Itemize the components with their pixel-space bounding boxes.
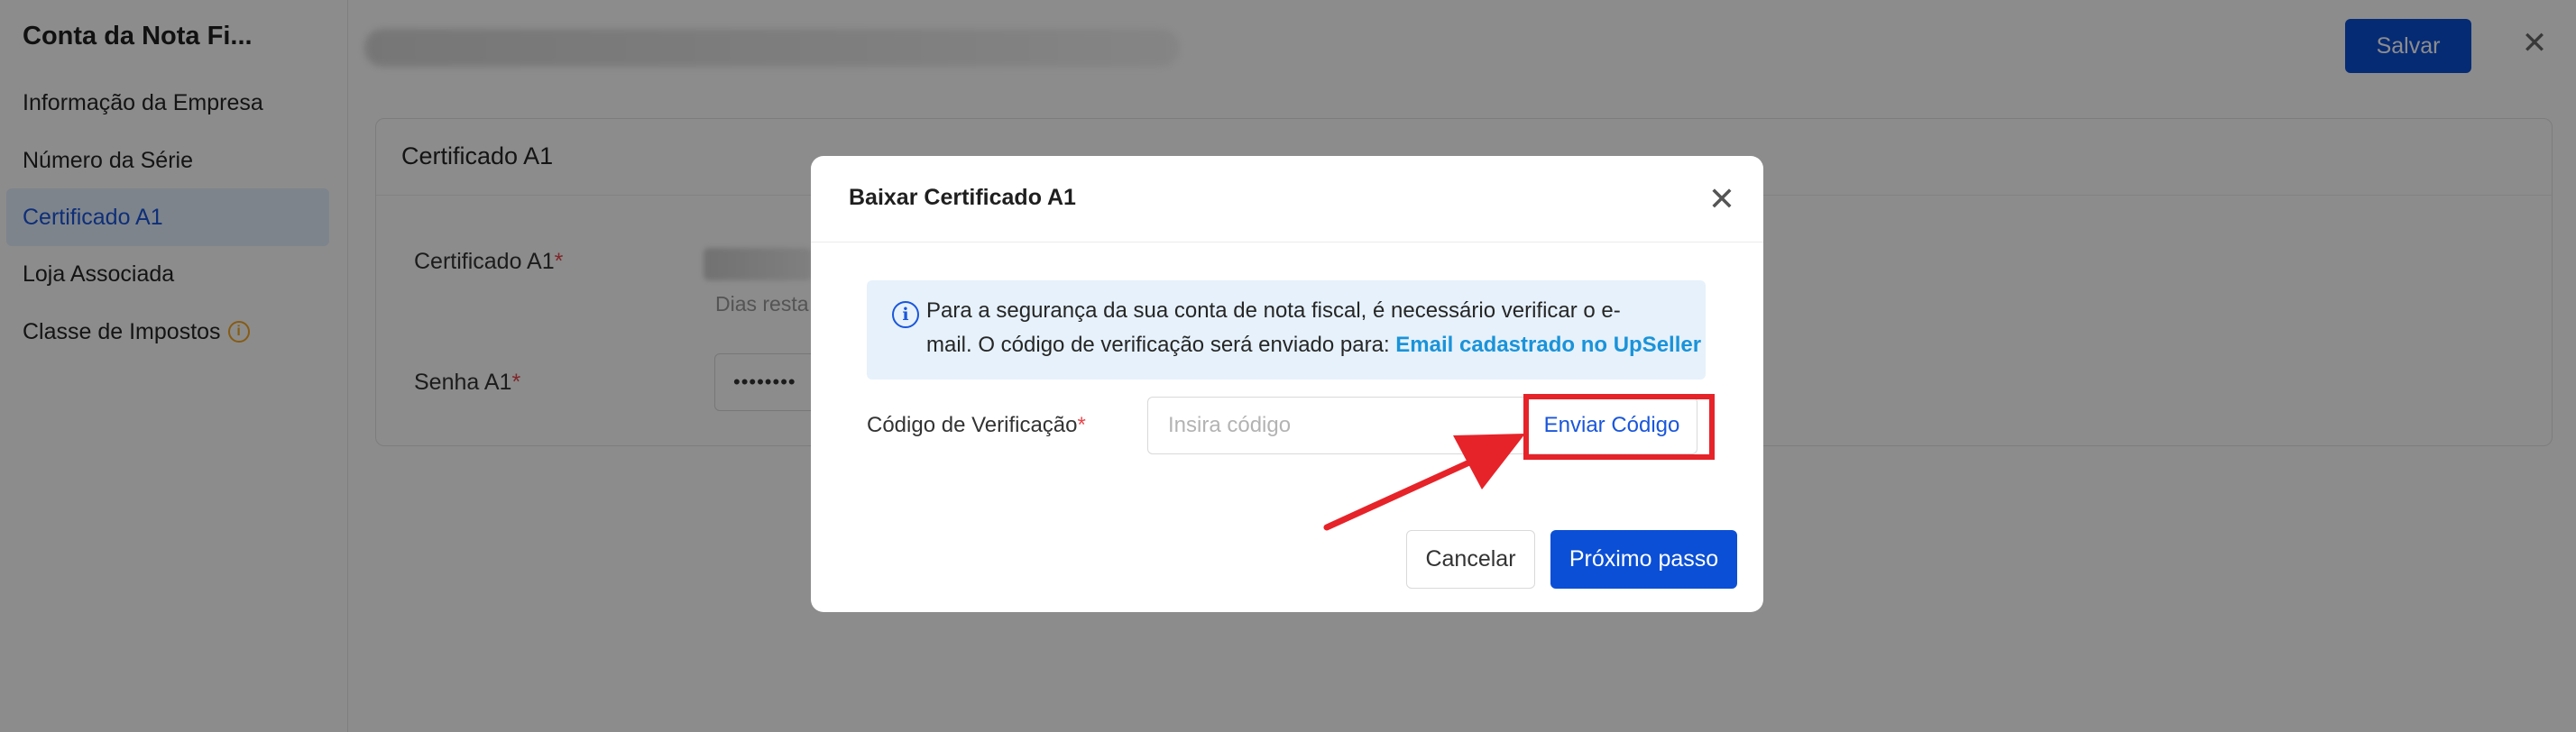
info-text: mail. O código de verificação será envia…	[926, 333, 1396, 357]
send-code-button[interactable]: Enviar Código	[1526, 397, 1697, 454]
info-text-line1: Para a segurança da sua conta de nota fi…	[926, 298, 1621, 323]
download-certificate-modal: Baixar Certificado A1 ✕ i Para a seguran…	[811, 156, 1763, 612]
next-step-button[interactable]: Próximo passo	[1550, 530, 1737, 589]
close-icon[interactable]: ✕	[1704, 181, 1740, 217]
email-link[interactable]: Email cadastrado no UpSeller	[1395, 333, 1701, 357]
modal-title: Baixar Certificado A1	[849, 185, 1076, 210]
verification-code-label-text: Código de Verificação	[867, 413, 1078, 437]
required-marker: *	[1077, 413, 1086, 437]
info-text-line2: mail. O código de verificação será envia…	[926, 333, 1701, 358]
cancel-button[interactable]: Cancelar	[1406, 530, 1535, 589]
verification-code-label: Código de Verificação*	[867, 413, 1086, 438]
info-banner: i Para a segurança da sua conta de nota …	[867, 280, 1706, 380]
verification-code-input[interactable]	[1147, 397, 1526, 454]
info-icon: i	[892, 301, 919, 328]
